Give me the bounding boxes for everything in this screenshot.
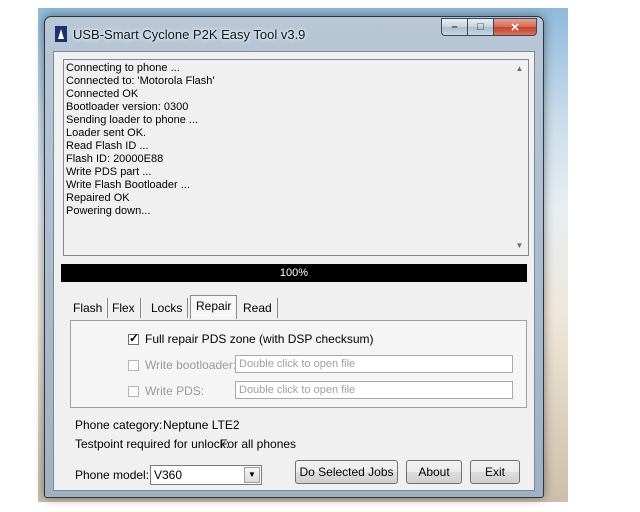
write-bootloader-checkbox[interactable] (128, 359, 139, 371)
log-lines: Connecting to phone ... Connected to: 'M… (66, 62, 215, 218)
log-line: Loader sent OK. (66, 127, 147, 139)
log-line: Connecting to phone ... (66, 62, 180, 74)
app-window: USB-Smart Cyclone P2K Easy Tool v3.9 – □… (44, 16, 544, 498)
progress-bar: 100% (61, 264, 527, 282)
tab-label: Repair (196, 299, 232, 313)
tab-locks[interactable]: Locks (146, 298, 189, 318)
log-line: Connected OK (66, 88, 139, 100)
testpoint-value: For all phones (220, 437, 297, 451)
tab-repair[interactable]: Repair (190, 295, 238, 319)
chevron-down-icon[interactable]: ▼ (244, 467, 260, 483)
log-box[interactable]: Connecting to phone ... Connected to: 'M… (63, 59, 529, 256)
phone-category-value: Neptune LTE2 (163, 418, 240, 432)
pds-file-field[interactable] (235, 381, 513, 399)
full-repair-label: Full repair PDS zone (with DSP checksum) (145, 332, 374, 346)
log-scrollbar[interactable]: ▲ ▼ (511, 60, 528, 255)
log-line: Connected to: 'Motorola Flash' (66, 75, 215, 87)
log-line: Repaired OK (66, 192, 130, 204)
bootloader-file-field[interactable] (235, 355, 513, 373)
log-line: Read Flash ID ... (66, 140, 149, 152)
title-bar[interactable]: USB-Smart Cyclone P2K Easy Tool v3.9 – □… (45, 17, 543, 51)
log-line: Write Flash Bootloader ... (66, 179, 190, 191)
tab-label: Flex (112, 301, 135, 315)
cyclone-app-icon (55, 26, 67, 42)
tab-label: Locks (151, 301, 183, 315)
full-repair-option[interactable]: ✓ Full repair PDS zone (with DSP checksu… (128, 330, 374, 346)
tab-label: Flash (73, 301, 103, 315)
check-icon: ✓ (129, 330, 140, 345)
phone-model-label: Phone model: (75, 468, 150, 482)
progress-label: 100% (279, 267, 309, 279)
tab-read[interactable]: Read (238, 298, 278, 318)
minimize-icon: – (451, 21, 458, 33)
full-repair-checkbox[interactable]: ✓ (128, 330, 140, 345)
write-pds-label: Write PDS: (145, 384, 205, 398)
write-pds-checkbox[interactable] (128, 385, 139, 397)
do-selected-jobs-button[interactable]: Do Selected Jobs (295, 460, 398, 484)
write-bootloader-option[interactable]: Write bootloader: (128, 358, 236, 372)
minimize-button[interactable]: – (441, 18, 467, 36)
client-area: Connecting to phone ... Connected to: 'M… (53, 51, 535, 491)
tab-flash[interactable]: Flash (68, 298, 109, 318)
phone-model-value: V360 (154, 468, 183, 482)
repair-panel: ✓ Full repair PDS zone (with DSP checksu… (70, 320, 527, 408)
log-line: Flash ID: 20000E88 (66, 153, 164, 165)
testpoint-label: Testpoint required for unlock: (75, 437, 230, 451)
window-title: USB-Smart Cyclone P2K Easy Tool v3.9 (73, 27, 306, 42)
phone-model-select[interactable]: V360 ▼ (150, 465, 262, 485)
tab-label: Read (243, 301, 272, 315)
log-line: Bootloader version: 0300 (66, 101, 189, 113)
maximize-button[interactable]: □ (467, 18, 493, 36)
close-icon: ✕ (510, 21, 520, 34)
log-line: Sending loader to phone ... (66, 114, 199, 126)
maximize-icon: □ (477, 21, 484, 33)
log-line: Write PDS part ... (66, 166, 152, 178)
tab-flex[interactable]: Flex (107, 298, 141, 318)
write-pds-option[interactable]: Write PDS: (128, 384, 204, 398)
about-button[interactable]: About (406, 460, 462, 484)
log-line: Powering down... (66, 205, 151, 217)
scroll-down-icon[interactable]: ▼ (514, 241, 525, 251)
scroll-up-icon[interactable]: ▲ (514, 64, 525, 74)
close-button[interactable]: ✕ (493, 18, 537, 36)
phone-category-label: Phone category: (75, 418, 163, 432)
write-bootloader-label: Write bootloader: (145, 358, 237, 372)
exit-button[interactable]: Exit (470, 460, 520, 484)
